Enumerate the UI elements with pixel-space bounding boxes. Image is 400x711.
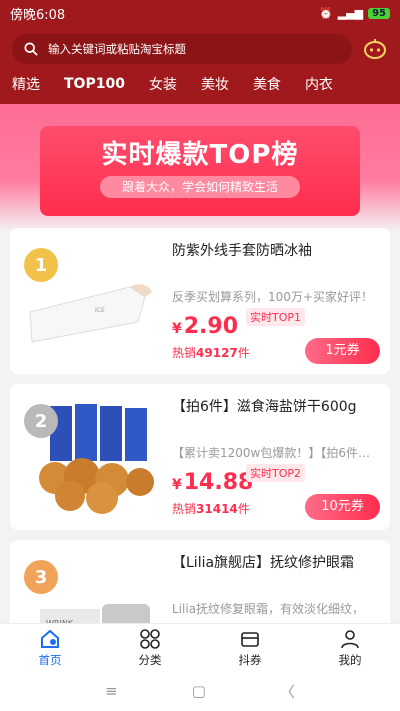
battery-icon: 95 — [368, 7, 390, 19]
banner: 实时爆款TOP榜 跟着大众，学会如何精致生活 — [0, 104, 400, 232]
alarm-icon: ⏰ — [318, 6, 333, 20]
menu-icon[interactable]: ≡ — [105, 682, 118, 700]
grid-icon — [140, 628, 160, 649]
status-time: 傍晚6:08 — [10, 7, 66, 23]
bottom-nav-home[interactable]: 首页 — [0, 624, 100, 671]
ticket-icon — [241, 631, 259, 647]
search-input[interactable]: 输入关键词或粘贴淘宝标题 — [12, 34, 352, 64]
product-title: 【拍6件】滋食海盐饼干600g — [172, 399, 357, 415]
product-title: 【Lilia旗舰店】抚纹修护眼霜 — [172, 555, 355, 571]
back-icon[interactable]: 〈 — [280, 681, 295, 702]
product-title: 防紫外线手套防晒冰袖 — [172, 243, 312, 259]
product-price: ¥14.88 — [172, 470, 254, 495]
top-badge: 实时TOP2 — [246, 464, 306, 482]
header: 输入关键词或粘贴淘宝标题 精选 TOP100 女装 美妆 美食 内衣 — [0, 26, 400, 104]
tab-top100[interactable]: TOP100 — [64, 76, 125, 92]
product-desc: Lilia抚纹修复眼霜，有效淡化细纹， — [172, 602, 365, 616]
bottom-nav-mine[interactable]: 我的 — [300, 624, 400, 671]
tab-meishi[interactable]: 美食 — [253, 74, 281, 94]
product-card[interactable]: 1 ICE 防紫外线手套防晒冰袖 反季买划算系列，100万+买家好评！ ¥2.9… — [10, 228, 390, 374]
search-placeholder: 输入关键词或粘贴淘宝标题 — [48, 42, 186, 56]
tab-jingxuan[interactable]: 精选 — [12, 74, 40, 94]
tab-meizhuang[interactable]: 美妆 — [201, 74, 229, 94]
system-nav-bar: ≡ ▢ 〈 — [0, 671, 400, 711]
rank-badge: 2 — [24, 404, 58, 438]
search-icon — [24, 42, 38, 56]
tab-neiyi[interactable]: 内衣 — [305, 74, 333, 94]
search-row: 输入关键词或粘贴淘宝标题 — [12, 34, 388, 64]
sold-count: 热销49127件 — [172, 346, 250, 360]
top-badge: 实时TOP1 — [246, 308, 306, 326]
svg-text:ICE: ICE — [95, 307, 105, 314]
product-desc: 反季买划算系列，100万+买家好评！ — [172, 290, 373, 304]
product-image[interactable]: 1 ICE — [20, 242, 160, 362]
product-card[interactable]: 2 【拍6件】滋食海盐饼干600g 【累计卖1200w包爆款！】【拍6件… ¥1… — [10, 384, 390, 530]
rank-badge: 3 — [24, 560, 58, 594]
banner-title: 实时爆款TOP榜 — [101, 140, 299, 170]
product-image[interactable]: 2 — [20, 398, 160, 518]
bottom-nav: 首页 分类 抖券 我的 — [0, 623, 400, 671]
product-desc: 【累计卖1200w包爆款！】【拍6件… — [172, 446, 370, 460]
product-price: ¥2.90 — [172, 314, 239, 339]
status-bar: 傍晚6:08 ⏰ ▂▄▆ 95 — [0, 0, 400, 26]
bottom-nav-coupon[interactable]: 抖券 — [200, 624, 300, 671]
person-icon — [341, 629, 359, 648]
signal-icon: ▂▄▆ — [337, 6, 364, 20]
home-square-icon[interactable]: ▢ — [192, 682, 206, 700]
price-row: ¥2.90 — [172, 314, 238, 339]
bottom-nav-category[interactable]: 分类 — [100, 624, 200, 671]
coupon-button[interactable]: 10元券 — [305, 494, 380, 520]
price-row: ¥14.88 — [172, 470, 253, 495]
banner-subtitle: 跟着大众，学会如何精致生活 — [100, 176, 300, 198]
rank-badge: 1 — [24, 248, 58, 282]
home-icon — [41, 629, 59, 648]
tab-nvzhuang[interactable]: 女装 — [149, 74, 177, 94]
sold-count: 热销31414件 — [172, 502, 250, 516]
status-icons: ⏰ ▂▄▆ 95 — [319, 7, 390, 20]
category-tabs: 精选 TOP100 女装 美妆 美食 内衣 — [12, 64, 388, 98]
coupon-button[interactable]: 1元券 — [305, 338, 380, 364]
robot-service-icon[interactable] — [362, 36, 388, 62]
